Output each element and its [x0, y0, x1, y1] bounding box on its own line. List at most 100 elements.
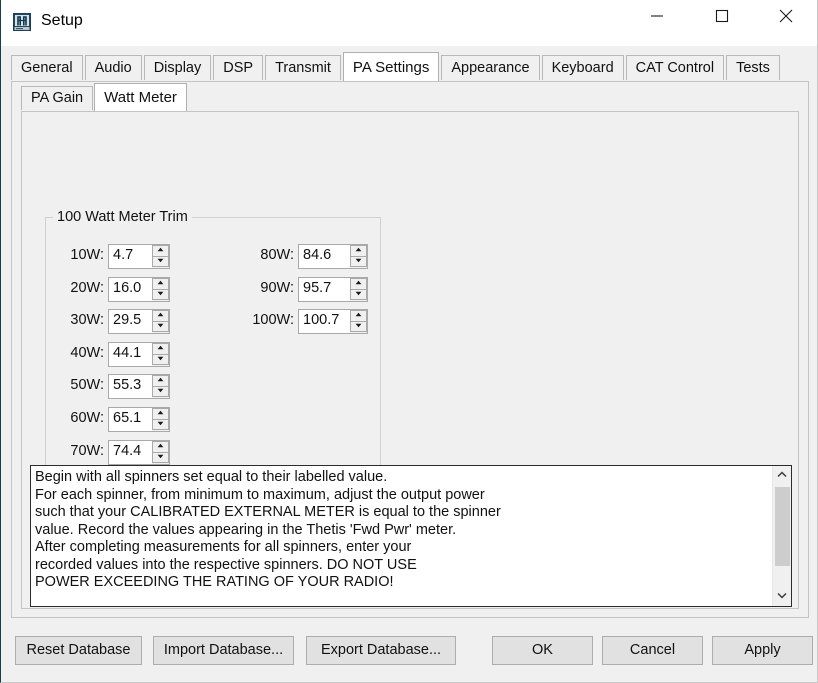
spinner-down-button[interactable] [350, 288, 367, 300]
spinner-value[interactable]: 44.1 [113, 345, 141, 361]
maximize-button[interactable] [699, 0, 745, 32]
spinner-40W[interactable]: 44.1 [108, 341, 170, 367]
spinner-down-button[interactable] [152, 419, 169, 430]
spinner-up-button[interactable] [152, 342, 169, 354]
spinner-down-button[interactable] [152, 256, 169, 267]
cancel-button[interactable]: Cancel [602, 636, 703, 665]
spinner-value[interactable]: 74.4 [113, 443, 141, 459]
triangle-up-icon [355, 247, 362, 252]
triangle-down-icon [157, 389, 164, 393]
spinner-buttons [151, 375, 169, 399]
spinner-down-button[interactable] [152, 288, 169, 300]
triangle-down-icon [355, 291, 362, 295]
subtab-pa-gain[interactable]: PA Gain [21, 86, 94, 110]
spinner-80W[interactable]: 84.6 [298, 244, 368, 269]
spinner-down-button[interactable] [152, 353, 169, 365]
scroll-up-button[interactable] [773, 466, 791, 485]
tab-cat-control[interactable]: CAT Control [625, 55, 725, 80]
maximize-icon [715, 9, 729, 23]
spinner-label-80W: 80W: [260, 247, 294, 263]
spinner-up-button[interactable] [350, 277, 367, 289]
spinner-down-button[interactable] [152, 386, 169, 398]
export-database-button[interactable]: Export Database... [306, 636, 456, 665]
spinner-value[interactable]: 84.6 [303, 247, 331, 263]
import-database-button[interactable]: Import Database... [153, 636, 294, 665]
spinner-label-40W: 40W: [70, 344, 104, 361]
spinner-buttons [151, 342, 169, 366]
tab-tests[interactable]: Tests [726, 55, 780, 80]
subtab-watt-meter[interactable]: Watt Meter [94, 83, 187, 111]
spinner-value[interactable]: 4.7 [113, 247, 133, 263]
reset-database-button[interactable]: Reset Database [15, 636, 142, 665]
close-icon [779, 9, 793, 23]
spinner-100W[interactable]: 100.7 [298, 309, 368, 335]
triangle-down-icon [157, 454, 164, 458]
triangle-down-icon [157, 323, 164, 328]
spinner-label-10W: 10W: [70, 247, 104, 263]
instructions-text: Begin with all spinners set equal to the… [35, 469, 761, 592]
spinner-up-button[interactable] [152, 440, 169, 452]
spinner-down-button[interactable] [152, 321, 169, 333]
spinner-50W[interactable]: 55.3 [108, 374, 170, 400]
tab-dsp[interactable]: DSP [213, 55, 264, 80]
pa-settings-tab-page: PA Gain Watt Meter 100 Watt Meter Trim 10… [11, 81, 809, 618]
spinner-up-button[interactable] [350, 310, 367, 322]
main-tab-strip: General Audio Display DSP Transmit PA Setting… [11, 52, 782, 82]
tab-transmit[interactable]: Transmit [265, 55, 341, 80]
spinner-value[interactable]: 65.1 [113, 410, 141, 426]
apply-button[interactable]: Apply [712, 636, 813, 665]
tab-general[interactable]: General [11, 55, 83, 80]
spinner-30W[interactable]: 29.5 [108, 309, 170, 335]
scrollbar-thumb[interactable] [775, 487, 790, 566]
spinner-down-button[interactable] [152, 451, 169, 463]
spinner-20W[interactable]: 16.0 [108, 276, 170, 302]
ok-button[interactable]: OK [492, 636, 593, 665]
tab-pa-settings[interactable]: PA Settings [342, 52, 440, 81]
spinner-up-button[interactable] [152, 245, 169, 256]
spinner-10W[interactable]: 4.7 [108, 244, 170, 269]
triangle-up-icon [355, 280, 362, 284]
dialog-button-bar: Reset Database Import Database... Export D… [1, 626, 817, 682]
spinner-label-70W: 70W: [70, 442, 104, 459]
spinner-buttons [349, 245, 367, 268]
spinner-up-button[interactable] [152, 310, 169, 322]
spinner-up-button[interactable] [152, 277, 169, 289]
spinner-label-30W: 30W: [70, 312, 104, 329]
instructions-textbox[interactable]: Begin with all spinners set equal to the… [30, 465, 792, 607]
spinner-buttons [151, 408, 169, 431]
triangle-up-icon [157, 247, 164, 252]
minimize-icon [651, 15, 663, 17]
sub-tab-strip: PA Gain Watt Meter [21, 83, 188, 112]
triangle-down-icon [355, 323, 362, 328]
triangle-up-icon [157, 345, 164, 349]
spinner-up-button[interactable] [350, 245, 367, 256]
spinner-label-100W: 100W: [252, 312, 294, 329]
scroll-down-button[interactable] [773, 587, 791, 606]
instruction-line: For each spinner, from minimum to maximu… [35, 486, 485, 503]
spinner-up-button[interactable] [152, 408, 169, 419]
triangle-down-icon [355, 258, 362, 263]
minimize-button[interactable] [634, 0, 680, 32]
spinner-value[interactable]: 16.0 [113, 280, 141, 296]
instructions-scrollbar[interactable] [772, 466, 791, 606]
tab-keyboard[interactable]: Keyboard [541, 55, 624, 80]
spinner-buttons [349, 277, 367, 301]
spinner-value[interactable]: 100.7 [303, 312, 339, 328]
triangle-up-icon [157, 312, 164, 317]
tab-audio[interactable]: Audio [84, 55, 142, 80]
spinner-label-90W: 90W: [260, 279, 294, 296]
spinner-value[interactable]: 55.3 [113, 377, 141, 393]
spinner-down-button[interactable] [350, 321, 367, 333]
spinner-value[interactable]: 29.5 [113, 312, 141, 328]
spinner-70W[interactable]: 74.4 [108, 439, 170, 465]
spinner-up-button[interactable] [152, 375, 169, 387]
watt-meter-tab-page: 100 Watt Meter Trim 10W: 4.7 20W: 16.0 30W: 2… [21, 111, 799, 609]
spinner-90W[interactable]: 95.7 [298, 276, 368, 302]
spinner-60W[interactable]: 65.1 [108, 407, 170, 432]
spinner-value[interactable]: 95.7 [303, 280, 331, 296]
spinner-down-button[interactable] [350, 256, 367, 267]
tab-appearance[interactable]: Appearance [441, 55, 540, 80]
close-button[interactable] [763, 0, 809, 32]
spinner-buttons [151, 310, 169, 334]
tab-display[interactable]: Display [143, 55, 212, 80]
